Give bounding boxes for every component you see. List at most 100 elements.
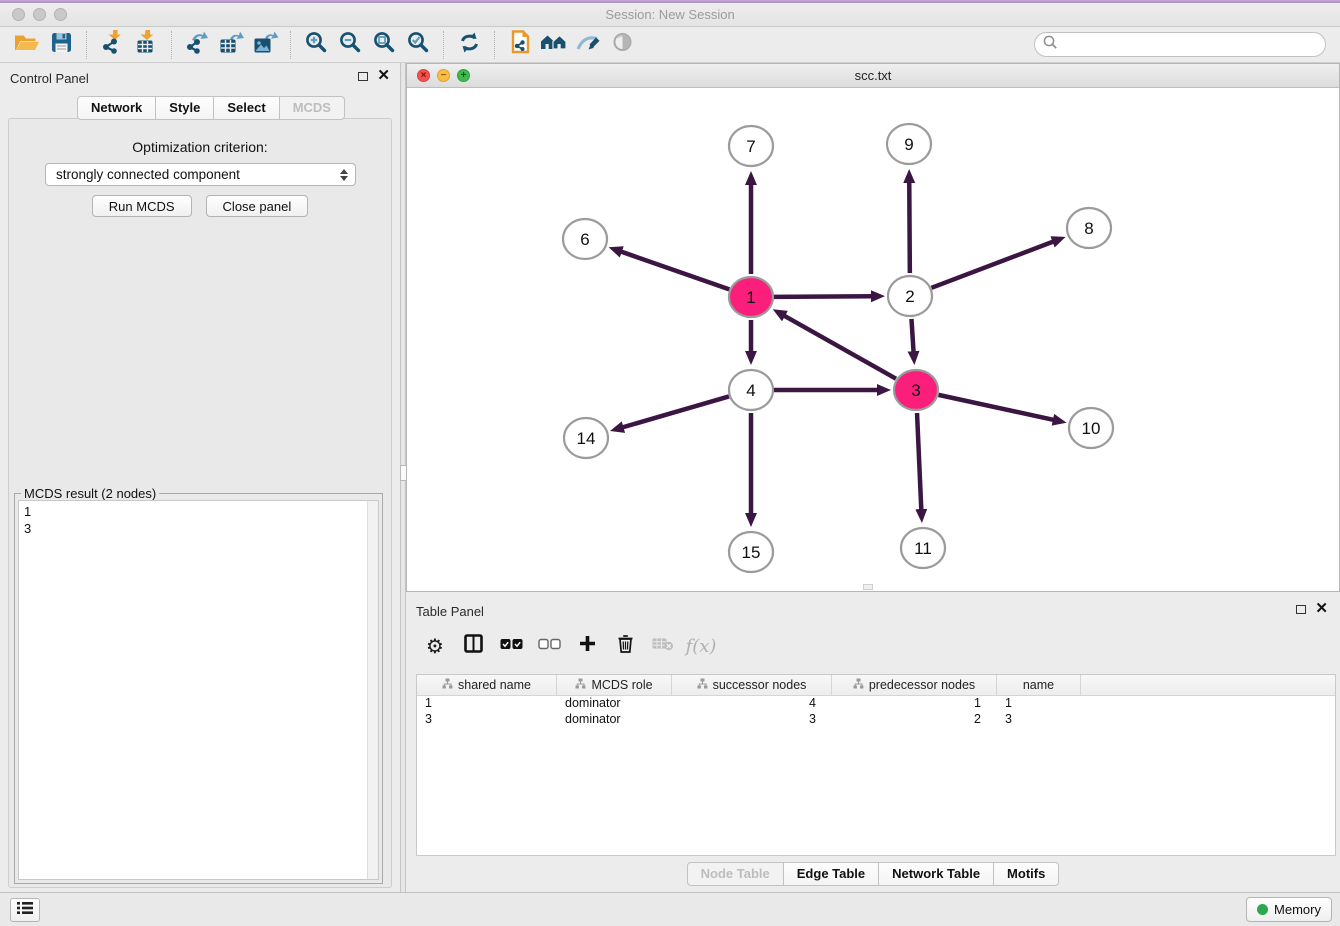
run-mcds-button[interactable]: Run MCDS [92, 195, 192, 217]
edge-3-1[interactable] [784, 316, 896, 379]
edge-2-3[interactable] [911, 319, 913, 352]
node-2[interactable]: 2 [888, 276, 932, 316]
open-session-button[interactable] [10, 30, 44, 60]
export-image-button[interactable] [248, 30, 282, 60]
close-panel-icon[interactable]: ✕ [377, 71, 390, 81]
column-header-predecessor-nodes[interactable]: predecessor nodes [832, 675, 997, 695]
close-panel-button[interactable]: Close panel [206, 195, 309, 217]
refresh-button[interactable] [452, 30, 486, 60]
cell-mcds-role[interactable]: dominator [557, 712, 672, 728]
cell-name[interactable]: 3 [997, 712, 1081, 728]
zoom-fit-button[interactable] [367, 30, 401, 60]
deselect-all-columns-button[interactable] [534, 631, 564, 661]
cell-shared-name[interactable]: 1 [417, 696, 557, 712]
tab-network-table[interactable]: Network Table [879, 862, 994, 886]
trash-icon [617, 634, 634, 658]
select-all-columns-button[interactable] [496, 631, 526, 661]
cell-mcds-role[interactable]: dominator [557, 696, 672, 712]
column-label: predecessor nodes [869, 678, 975, 692]
float-table-panel-icon[interactable] [1296, 605, 1306, 614]
tab-motifs[interactable]: Motifs [994, 862, 1059, 886]
node-8[interactable]: 8 [1067, 208, 1111, 248]
column-header-shared-name[interactable]: shared name [417, 675, 557, 695]
table-row[interactable]: 1dominator411 [417, 696, 1335, 712]
mcds-result-text: 1 3 [19, 501, 367, 879]
column-header-mcds-role[interactable]: MCDS role [557, 675, 672, 695]
zoom-selected-button[interactable] [401, 30, 435, 60]
control-panel-tabs: NetworkStyleSelectMCDS [77, 96, 345, 120]
criterion-select[interactable]: strongly connected component [45, 163, 356, 186]
column-header-name[interactable]: name [997, 675, 1081, 695]
table-row[interactable]: 3dominator323 [417, 712, 1335, 728]
tab-select[interactable]: Select [214, 96, 279, 120]
show-columns-button[interactable] [458, 631, 488, 661]
delete-column-button[interactable] [610, 631, 640, 661]
table-settings-button[interactable]: ⚙ [420, 631, 450, 661]
cell-successor-nodes[interactable]: 3 [672, 712, 832, 728]
tab-edge-table[interactable]: Edge Table [784, 862, 879, 886]
tab-mcds[interactable]: MCDS [280, 96, 345, 120]
import-network-button[interactable] [95, 30, 129, 60]
column-header-successor-nodes[interactable]: successor nodes [672, 675, 832, 695]
network-canvas[interactable]: 7 9 6 8 1 2 4 3 14 10 15 11 [407, 88, 1339, 591]
node-6[interactable]: 6 [563, 219, 607, 259]
edge-2-8[interactable] [932, 241, 1054, 287]
save-session-button[interactable] [44, 30, 78, 60]
search-box[interactable] [1034, 32, 1326, 57]
import-table-button[interactable] [129, 30, 163, 60]
app-titlebar: Session: New Session [0, 3, 1340, 27]
node-7[interactable]: 7 [729, 126, 773, 166]
cell-name[interactable]: 1 [997, 696, 1081, 712]
node-10[interactable]: 10 [1069, 408, 1113, 448]
gear-icon: ⚙ [426, 636, 444, 656]
export-table-button[interactable] [214, 30, 248, 60]
mcds-result-group: MCDS result (2 nodes) 1 3 [14, 493, 383, 884]
mcds-result-area[interactable]: 1 3 [18, 500, 379, 880]
node-9[interactable]: 9 [887, 124, 931, 164]
node-table[interactable]: shared nameMCDS role successor nodes prede… [416, 674, 1336, 856]
node-1[interactable]: 1 [729, 277, 773, 317]
node-label: 7 [746, 137, 755, 156]
node-11[interactable]: 11 [901, 528, 945, 568]
first-neighbors-button[interactable] [537, 30, 571, 60]
column-label: successor nodes [713, 678, 807, 692]
control-panel-title: Control Panel [10, 71, 89, 86]
tab-network[interactable]: Network [77, 96, 156, 120]
status-bar: Memory [0, 892, 1340, 926]
memory-button[interactable]: Memory [1246, 897, 1332, 922]
edge-1-2[interactable] [774, 296, 872, 297]
edge-4-14[interactable] [622, 396, 728, 427]
clone-network-button[interactable] [503, 30, 537, 60]
create-column-button[interactable] [572, 631, 602, 661]
node-3[interactable]: 3 [894, 370, 938, 410]
canvas-splitter-handle[interactable] [863, 584, 873, 590]
edge-1-6[interactable] [621, 252, 729, 290]
mcds-result-title: MCDS result (2 nodes) [21, 486, 159, 501]
node-4[interactable]: 4 [729, 370, 773, 410]
apply-style-button[interactable] [571, 30, 605, 60]
node-14[interactable]: 14 [564, 418, 608, 458]
float-panel-icon[interactable] [358, 72, 368, 81]
close-table-panel-icon[interactable]: ✕ [1315, 604, 1328, 614]
task-history-button[interactable] [10, 898, 40, 922]
edge-3-10[interactable] [938, 395, 1053, 420]
zoom-out-icon [339, 31, 362, 59]
cell-shared-name[interactable]: 3 [417, 712, 557, 728]
cell-successor-nodes[interactable]: 4 [672, 696, 832, 712]
export-network-button[interactable] [180, 30, 214, 60]
cell-predecessor-nodes[interactable]: 1 [832, 696, 997, 712]
zoom-in-button[interactable] [299, 30, 333, 60]
show-hide-graphics-button[interactable] [605, 30, 639, 60]
search-input[interactable] [1058, 37, 1317, 52]
tab-style[interactable]: Style [156, 96, 214, 120]
cell-predecessor-nodes[interactable]: 2 [832, 712, 997, 728]
checked-boxes-icon [500, 637, 523, 655]
node-label: 14 [577, 429, 596, 448]
delete-table-button [648, 631, 678, 661]
result-scrollbar[interactable] [367, 501, 378, 879]
edge-3-11[interactable] [917, 413, 921, 510]
tab-node-table[interactable]: Node Table [687, 862, 784, 886]
node-15[interactable]: 15 [729, 532, 773, 572]
edge-2-9[interactable] [909, 182, 910, 273]
zoom-out-button[interactable] [333, 30, 367, 60]
